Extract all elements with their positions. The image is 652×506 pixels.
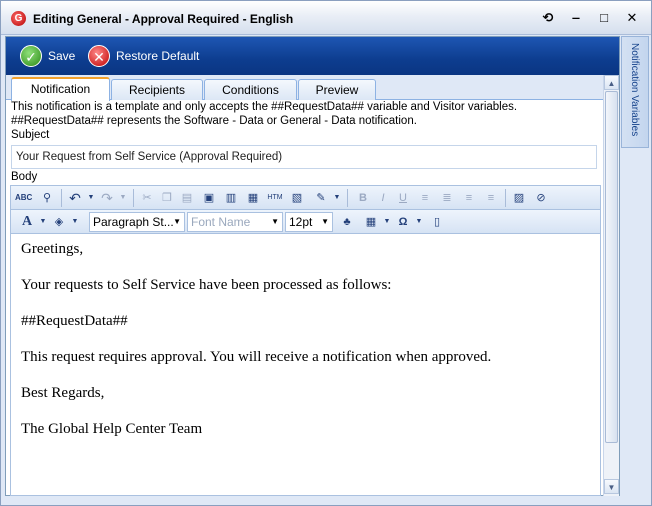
toolbar-separator [505,189,506,207]
subject-input[interactable]: Your Request from Self Service (Approval… [11,145,597,169]
link-icon[interactable]: ⊘ [533,190,549,206]
body-paragraph: Your requests to Self Service have been … [21,277,392,293]
minimize-icon[interactable]: ‒ [567,10,585,26]
font-size-value: 12pt [289,215,313,229]
align-center-icon[interactable]: ≡ [417,190,433,206]
paste-plain-icon[interactable]: ▣ [201,190,217,206]
maximize-icon[interactable]: □ [595,10,613,26]
scroll-down-icon[interactable]: ▼ [604,479,619,494]
template-note-line1: This notification is a template and only… [11,101,518,113]
copy-icon[interactable]: ❐ [159,190,175,206]
notification-panel: This notification is a template and only… [6,100,601,496]
find-icon[interactable]: ⚲ [39,190,55,206]
table-dropdown-icon[interactable]: ▼ [379,214,395,230]
italic-icon[interactable]: I [375,190,391,206]
subject-label: Subject [11,129,50,141]
insert-snippet-icon[interactable]: ▯ [429,214,445,230]
scrollbar-thumb[interactable] [605,91,618,443]
paste-special-icon[interactable]: ▦ [245,190,261,206]
spellcheck-icon[interactable]: ABC [15,190,32,206]
font-name-select[interactable]: Font Name ▼ [187,212,283,232]
save-button[interactable]: ✓ Save [20,44,75,68]
tab-strip: Notification Recipients Conditions Previ… [6,75,619,101]
underline-icon[interactable]: U [395,190,411,206]
x-circle-icon: ✕ [88,45,110,67]
chevron-down-icon: ▼ [321,217,329,226]
redo-icon[interactable]: ↷ [99,190,115,206]
body-paragraph: Greetings, [21,241,84,257]
body-paragraph: ##RequestData## [21,313,128,329]
cut-icon[interactable]: ✂ [139,190,155,206]
chevron-down-icon: ▼ [271,217,279,226]
close-icon[interactable]: ✕ [623,10,641,26]
align-justify-icon[interactable]: ≣ [439,190,455,206]
symbol-dropdown-icon[interactable]: ▼ [411,214,427,230]
format-stripper-icon[interactable]: ✎ [313,190,329,206]
paste-word-icon[interactable]: ▥ [223,190,239,206]
align-left-icon[interactable]: ≡ [461,190,477,206]
bold-icon[interactable]: B [355,190,371,206]
editor-body[interactable]: Greetings, Your requests to Self Service… [11,235,600,495]
symbol-icon[interactable]: Ω [395,214,411,230]
tab-conditions[interactable]: Conditions [204,79,297,100]
rich-text-editor: ABC ⚲ ↶ ▼ ↷ ▼ ✂ ❐ ▤ ▣ ▥ ▦ HTM ▧ ✎ ▼ B I … [10,185,601,496]
undo-dropdown-icon[interactable]: ▼ [83,190,99,206]
font-color-icon[interactable]: A [19,214,35,230]
format-stripper-dropdown-icon[interactable]: ▼ [329,190,345,206]
toolbar-separator [347,189,348,207]
highlight-icon[interactable]: ◈ [51,214,67,230]
action-bar: ✓ Save ✕ Restore Default [6,37,619,75]
paragraph-style-select[interactable]: Paragraph St... ▼ [89,212,185,232]
body-paragraph: Best Regards, [21,385,105,401]
body-paragraph: The Global Help Center Team [21,421,203,437]
content-area: ✓ Save ✕ Restore Default Notification Re… [5,36,620,496]
paste-icon[interactable]: ▤ [179,190,195,206]
vertical-scrollbar[interactable]: ▲ ▼ [603,75,619,496]
font-name-placeholder: Font Name [191,215,251,229]
align-right-icon[interactable]: ≡ [483,190,499,206]
title-bar: G Editing General - Approval Required - … [1,1,651,35]
tab-notification[interactable]: Notification [11,77,110,101]
refresh-icon[interactable]: ⟲ [539,10,557,26]
font-size-select[interactable]: 12pt ▼ [285,212,333,232]
style-builder-icon[interactable]: ♣ [339,214,355,230]
checkmark-icon: ✓ [20,45,42,67]
paste-html-icon[interactable]: HTM [267,190,283,206]
window-title: Editing General - Approval Required - En… [33,12,294,26]
tab-preview[interactable]: Preview [298,79,376,100]
notification-variables-label: Notification Variables [629,43,640,137]
restore-default-button[interactable]: ✕ Restore Default [88,44,199,68]
save-label: Save [48,49,76,63]
redo-dropdown-icon[interactable]: ▼ [115,190,131,206]
template-note-line2: ##RequestData## represents the Software … [11,115,417,127]
notification-variables-panel-toggle[interactable]: Notification Variables [621,36,649,148]
paragraph-style-value: Paragraph St... [93,215,174,229]
image-manager-icon[interactable]: ▨ [511,190,527,206]
restore-default-label: Restore Default [116,49,200,63]
undo-icon[interactable]: ↶ [67,190,83,206]
scroll-up-icon[interactable]: ▲ [604,75,619,90]
font-color-dropdown-icon[interactable]: ▼ [35,214,51,230]
editor-toolbar-row2: A ▼ ◈ ▼ Paragraph St... ▼ Font Name ▼ 12… [11,210,600,234]
table-icon[interactable]: ▦ [363,214,379,230]
editor-window: G Editing General - Approval Required - … [0,0,652,506]
tab-recipients[interactable]: Recipients [111,79,203,100]
body-label: Body [11,171,38,183]
paste-format-icon[interactable]: ▧ [289,190,305,206]
chevron-down-icon: ▼ [173,217,181,226]
toolbar-separator [61,189,62,207]
editor-toolbar-row1: ABC ⚲ ↶ ▼ ↷ ▼ ✂ ❐ ▤ ▣ ▥ ▦ HTM ▧ ✎ ▼ B I … [11,186,600,210]
body-paragraph: This request requires approval. You will… [21,349,492,365]
highlight-dropdown-icon[interactable]: ▼ [67,214,83,230]
app-logo-icon: G [11,11,26,26]
toolbar-separator [133,189,134,207]
